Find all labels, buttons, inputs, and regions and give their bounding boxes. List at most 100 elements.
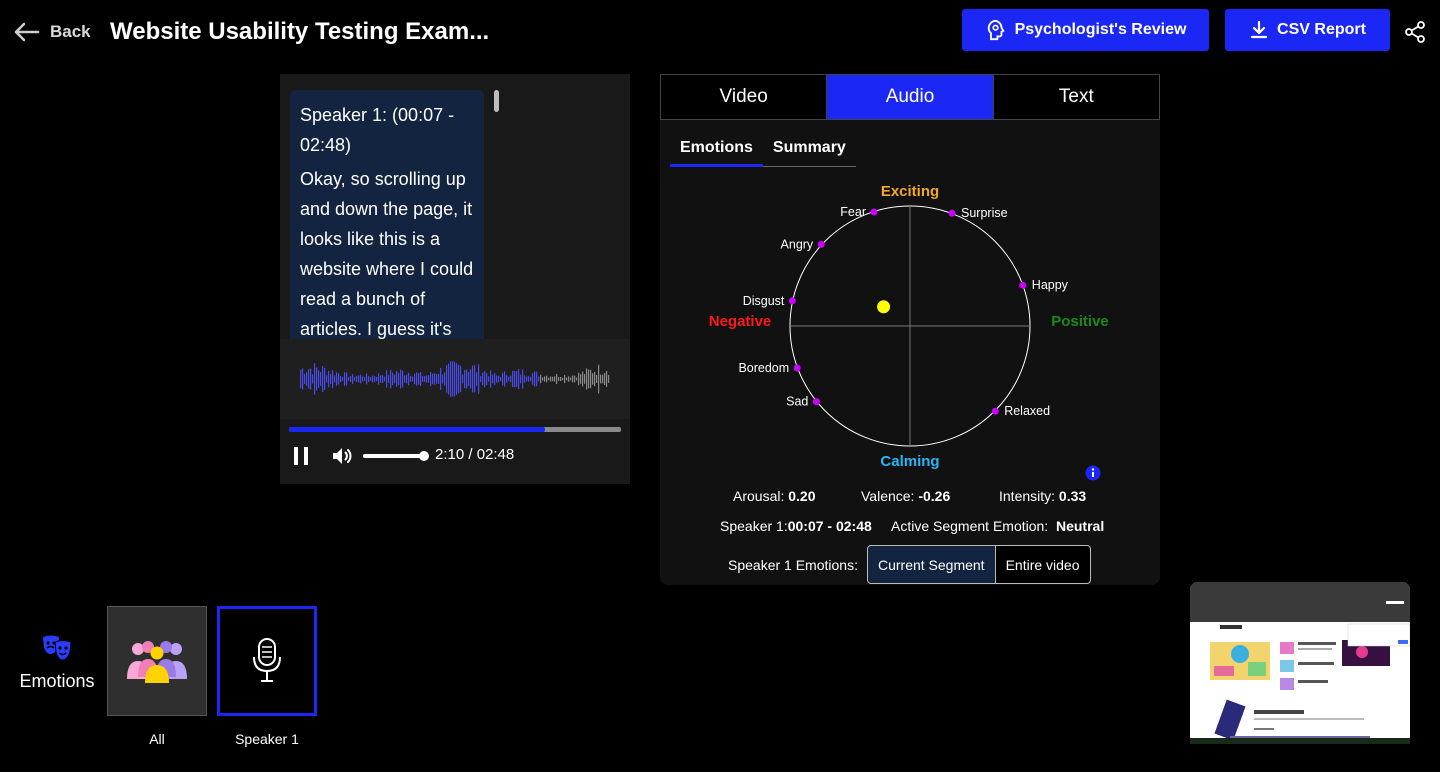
video-preview[interactable] <box>1190 582 1410 744</box>
waveform-bar <box>396 371 398 387</box>
waveform[interactable] <box>280 339 630 419</box>
waveform-bar <box>410 376 412 382</box>
waveform-bar <box>600 374 602 384</box>
waveform-bar <box>374 376 376 382</box>
emotion-marker-disgust <box>788 297 796 305</box>
waveform-bar <box>562 377 564 381</box>
waveform-bar <box>578 372 580 386</box>
tab-video[interactable]: Video <box>661 75 828 119</box>
tab-audio[interactable]: Audio <box>827 75 994 119</box>
waveform-bar <box>332 370 334 388</box>
back-button[interactable]: Back <box>12 20 91 44</box>
waveform-bar <box>382 375 384 383</box>
waveform-bar <box>602 374 604 384</box>
speaker-filter-speaker-1[interactable] <box>217 606 317 716</box>
waveform-bar <box>454 361 456 397</box>
speaker-segment-time: Speaker 1:00:07 - 02:48 <box>720 518 872 534</box>
current-segment-button[interactable]: Current Segment <box>866 545 996 584</box>
waveform-bar <box>518 369 520 389</box>
waveform-bar <box>526 376 528 382</box>
audio-progress-bar[interactable] <box>289 427 621 432</box>
waveform-bar <box>380 375 382 383</box>
waveform-bar <box>554 376 556 382</box>
subtab-summary[interactable]: Summary <box>763 132 856 167</box>
waveform-bar <box>542 377 544 381</box>
waveform-bar <box>474 365 476 393</box>
minimize-icon[interactable] <box>1386 601 1404 604</box>
waveform-bar <box>336 372 338 386</box>
waveform-bar <box>372 375 374 383</box>
analysis-panel: Video Audio Text Emotions Summary Exciti… <box>660 74 1160 585</box>
waveform-bar <box>322 366 324 392</box>
waveform-bar <box>594 371 596 387</box>
volume-slider-knob[interactable] <box>419 451 429 461</box>
waveform-bar <box>300 369 302 389</box>
waveform-bar <box>550 376 552 382</box>
waveform-bar <box>378 373 380 385</box>
waveform-bar <box>424 376 426 382</box>
waveform-bar <box>508 376 510 382</box>
transcript-scrollbar[interactable] <box>494 90 499 112</box>
group-people-icon <box>127 641 187 683</box>
axis-label-right: Positive <box>1051 313 1109 330</box>
waveform-bar <box>486 372 488 386</box>
speaker-filter-all[interactable] <box>107 606 207 716</box>
waveform-bar <box>478 364 480 394</box>
waveform-bar <box>326 375 328 383</box>
waveform-bar <box>468 371 470 387</box>
transcript-speaker: Speaker 1: (00:07 - 02:48) <box>300 105 455 155</box>
waveform-bar <box>436 374 438 384</box>
waveform-bar <box>404 375 406 383</box>
waveform-bar <box>506 375 508 383</box>
info-icon[interactable] <box>1085 465 1101 481</box>
tile-speaker-label: Speaker 1 <box>235 731 299 747</box>
volume-icon[interactable] <box>330 444 354 468</box>
page-title: Website Usability Testing Exam... <box>110 18 490 45</box>
axis-label-left: Negative <box>709 313 772 330</box>
intensity-value: 0.33 <box>1058 488 1087 504</box>
waveform-bar <box>314 363 316 395</box>
volume-slider[interactable] <box>363 454 425 458</box>
csv-report-button[interactable]: CSV Report <box>1225 9 1390 51</box>
entire-video-button[interactable]: Entire video <box>995 545 1091 584</box>
waveform-bar <box>328 370 330 388</box>
waveform-bar <box>582 371 584 387</box>
arrow-left-icon <box>14 22 40 42</box>
psychologist-review-button[interactable]: Psychologist's Review <box>962 9 1209 51</box>
subtab-emotions[interactable]: Emotions <box>670 132 763 167</box>
waveform-bar <box>470 369 472 389</box>
share-icon[interactable] <box>1403 20 1427 44</box>
waveform-bar <box>302 368 304 390</box>
waveform-bar <box>412 376 414 382</box>
waveform-bar <box>384 376 386 382</box>
waveform-bar <box>586 368 588 390</box>
waveform-bar <box>574 375 576 383</box>
waveform-bar <box>360 374 362 384</box>
waveform-bar <box>490 370 492 388</box>
waveform-bar <box>308 369 310 389</box>
waveform-bar <box>420 371 422 387</box>
waveform-bar <box>364 377 366 381</box>
waveform-bar <box>544 376 546 382</box>
waveform-bar <box>444 372 446 386</box>
waveform-bar <box>366 373 368 385</box>
speaker-emotions-label: Speaker 1 Emotions: <box>728 556 858 573</box>
media-tabs: Video Audio Text <box>660 74 1160 120</box>
waveform-bar <box>370 377 372 381</box>
waveform-bar <box>546 375 548 383</box>
waveform-bar <box>466 369 468 389</box>
head-brain-icon <box>987 19 1005 41</box>
emotion-label-happy: Happy <box>1032 278 1069 292</box>
video-preview-header <box>1190 582 1410 622</box>
tab-text[interactable]: Text <box>993 75 1159 119</box>
waveform-bar <box>558 377 560 381</box>
emotion-label-disgust: Disgust <box>743 294 785 308</box>
website-screenshot-thumbnail <box>1190 622 1410 744</box>
waveform-bar <box>584 374 586 384</box>
waveform-bar <box>608 375 610 383</box>
waveform-bar <box>488 376 490 382</box>
pause-icon[interactable] <box>292 446 310 466</box>
emotion-label-boredom: Boredom <box>738 361 789 375</box>
waveform-bar <box>310 368 312 390</box>
waveform-bar <box>312 374 314 384</box>
